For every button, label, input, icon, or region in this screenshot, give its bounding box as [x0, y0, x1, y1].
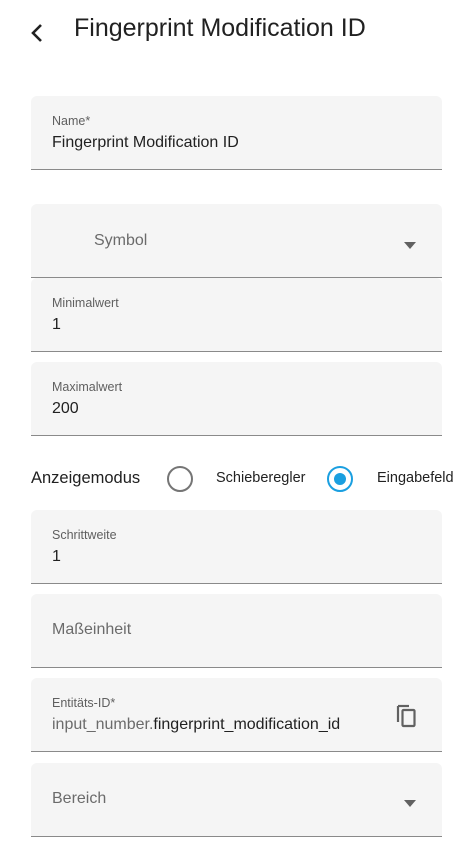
back-button[interactable]: [22, 18, 52, 48]
display-mode-group: Anzeigemodus Schieberegler Eingabefeld: [0, 460, 474, 500]
symbol-placeholder: Symbol: [94, 232, 148, 249]
copy-button[interactable]: [394, 702, 420, 730]
entity-id-object: fingerprint_modification_id: [153, 716, 341, 733]
area-placeholder: Bereich: [52, 790, 107, 807]
radio-slider-label[interactable]: Schieberegler: [216, 470, 305, 486]
step-label: Schrittweite: [52, 528, 117, 542]
unit-field[interactable]: Maßeinheit: [31, 594, 442, 668]
min-value-field[interactable]: Minimalwert 1: [31, 278, 442, 352]
radio-slider[interactable]: [167, 466, 193, 492]
min-label: Minimalwert: [52, 296, 119, 310]
symbol-select[interactable]: Symbol: [31, 204, 442, 278]
entity-id-prefix: input_number.: [52, 716, 154, 733]
area-select[interactable]: Bereich: [31, 763, 442, 837]
entity-id-field[interactable]: Entitäts-ID* input_number.fingerprint_mo…: [31, 678, 442, 752]
step-field[interactable]: Schrittweite 1: [31, 510, 442, 584]
name-value[interactable]: Fingerprint Modification ID: [52, 134, 239, 152]
min-value[interactable]: 1: [52, 316, 61, 334]
name-field[interactable]: Name* Fingerprint Modification ID: [31, 96, 442, 170]
display-mode-label: Anzeigemodus: [31, 469, 141, 487]
unit-placeholder: Maßeinheit: [52, 621, 132, 638]
max-label: Maximalwert: [52, 380, 123, 394]
dropdown-arrow-icon: [404, 800, 416, 807]
max-value[interactable]: 200: [52, 400, 79, 418]
copy-icon: [396, 704, 416, 728]
radio-input-field-label[interactable]: Eingabefeld: [377, 470, 454, 486]
entity-id-label: Entitäts-ID*: [52, 696, 116, 710]
name-label: Name*: [52, 114, 91, 128]
radio-input-field[interactable]: [327, 466, 353, 492]
page-title: Fingerprint Modification ID: [74, 14, 366, 42]
entity-id-value[interactable]: input_number.fingerprint_modification_id: [52, 716, 340, 734]
step-value[interactable]: 1: [52, 548, 61, 566]
header: Fingerprint Modification ID: [0, 0, 474, 64]
chevron-left-icon: [31, 24, 42, 42]
dropdown-arrow-icon: [404, 242, 416, 249]
max-value-field[interactable]: Maximalwert 200: [31, 362, 442, 436]
